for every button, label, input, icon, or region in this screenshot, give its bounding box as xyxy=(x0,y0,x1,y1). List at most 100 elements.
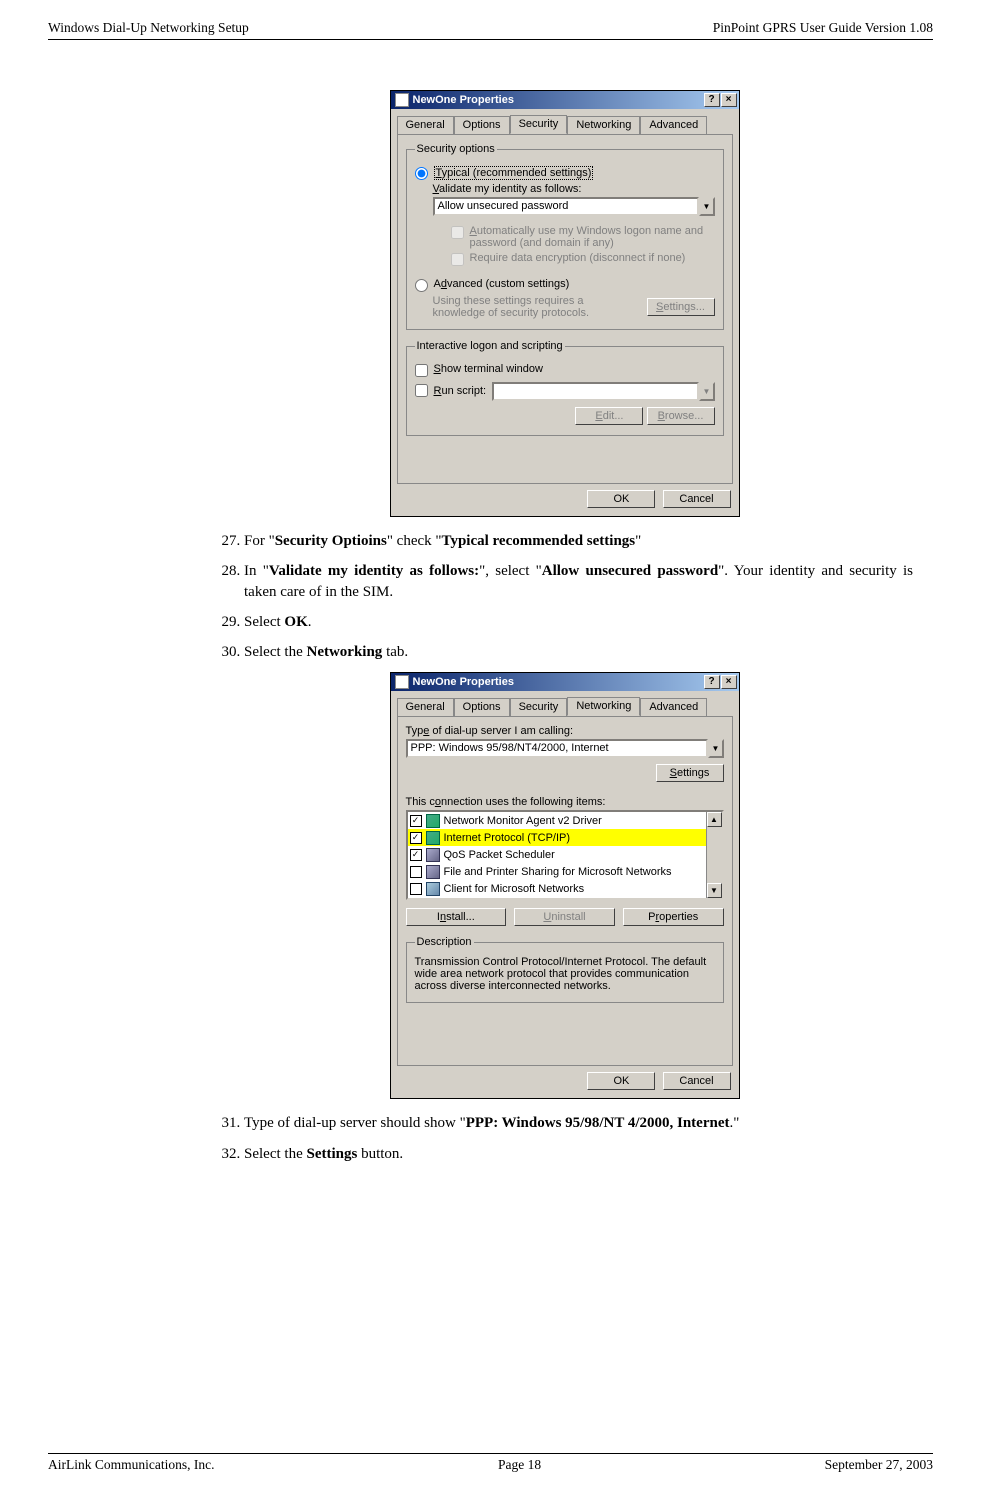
chk-show-terminal-box[interactable] xyxy=(415,364,428,377)
run-script-combo[interactable]: ▼ xyxy=(492,382,714,401)
list-item[interactable]: File and Printer Sharing for Microsoft N… xyxy=(408,863,706,880)
footer-right: September 27, 2003 xyxy=(825,1457,933,1473)
checkbox-icon[interactable]: ✓ xyxy=(410,815,422,827)
steps-list-b: Type of dial-up server should show "PPP:… xyxy=(216,1113,913,1164)
run-script-field[interactable] xyxy=(492,382,698,401)
description-legend: Description xyxy=(415,936,474,948)
tab-options[interactable]: Options xyxy=(454,116,510,135)
chk-require-encryption-box xyxy=(451,253,464,266)
radio-advanced-label: Advanced (custom settings) xyxy=(434,278,570,290)
scroll-down-icon[interactable]: ▼ xyxy=(707,883,722,898)
step-29: Select OK. xyxy=(244,612,913,632)
security-options-legend: Security options xyxy=(415,143,497,155)
chk-show-terminal[interactable]: Show terminal window xyxy=(415,363,715,377)
radio-typical-label: Typical (recommended settings) xyxy=(434,166,594,180)
validate-block: Validate my identity as follows: Allow u… xyxy=(433,183,715,266)
dialog-networking: NewOne Properties ? × General Options Se… xyxy=(390,672,740,1099)
list-item-label: Internet Protocol (TCP/IP) xyxy=(444,832,571,844)
advanced-sub: Using these settings requires a knowledg… xyxy=(433,295,715,319)
browse-button: Browse... xyxy=(647,407,715,425)
tab-networking[interactable]: Networking xyxy=(567,697,640,716)
list-item[interactable]: Client for Microsoft Networks xyxy=(408,880,706,897)
properties-button[interactable]: Properties xyxy=(623,908,724,926)
content: NewOne Properties ? × General Options Se… xyxy=(48,90,933,1164)
help-button[interactable]: ? xyxy=(704,93,720,107)
list-item-label: File and Printer Sharing for Microsoft N… xyxy=(444,866,672,878)
script-buttons: Edit... Browse... xyxy=(415,407,715,425)
validate-combo[interactable]: Allow unsecured password ▼ xyxy=(433,197,715,216)
close-button[interactable]: × xyxy=(721,93,737,107)
scroll-up-icon[interactable]: ▲ xyxy=(707,812,722,827)
checkbox-icon[interactable] xyxy=(410,866,422,878)
edit-button: Edit... xyxy=(575,407,643,425)
dialog-footer: OK Cancel xyxy=(391,1072,739,1098)
chk-require-encryption-label: Require data encryption (disconnect if n… xyxy=(470,252,686,264)
chk-require-encryption: Require data encryption (disconnect if n… xyxy=(451,252,715,266)
titlebar: NewOne Properties ? × xyxy=(391,91,739,109)
dialog-title: NewOne Properties xyxy=(413,676,514,688)
components-listbox[interactable]: ✓ Network Monitor Agent v2 Driver ✓ Interne… xyxy=(406,810,724,900)
tab-options[interactable]: Options xyxy=(454,698,510,717)
tab-security[interactable]: Security xyxy=(510,698,568,717)
dialog-footer: OK Cancel xyxy=(391,490,739,516)
tab-advanced[interactable]: Advanced xyxy=(640,116,707,135)
close-button[interactable]: × xyxy=(721,675,737,689)
description-text: Transmission Control Protocol/Internet P… xyxy=(415,956,715,992)
chevron-down-icon[interactable]: ▼ xyxy=(708,739,724,758)
settings-button[interactable]: Settings xyxy=(656,764,724,782)
step-27: For "Security Optioins" check "Typical r… xyxy=(244,531,913,551)
checkbox-icon[interactable] xyxy=(410,883,422,895)
tab-general[interactable]: General xyxy=(397,698,454,717)
list-item[interactable]: ✓ Internet Protocol (TCP/IP) xyxy=(408,829,706,846)
footer-mid: Page 18 xyxy=(498,1457,541,1473)
install-button[interactable]: Install... xyxy=(406,908,507,926)
radio-advanced-row[interactable]: Advanced (custom settings) xyxy=(415,278,715,292)
server-type-value[interactable]: PPP: Windows 95/98/NT4/2000, Internet xyxy=(406,739,708,758)
cancel-button[interactable]: Cancel xyxy=(663,1072,731,1090)
validate-value[interactable]: Allow unsecured password xyxy=(433,197,699,216)
settings-row: Settings xyxy=(406,764,724,782)
cli-icon xyxy=(426,882,440,896)
list-item[interactable]: ✓ Network Monitor Agent v2 Driver xyxy=(408,812,706,829)
page-footer: AirLink Communications, Inc. Page 18 Sep… xyxy=(48,1453,933,1473)
settings-button: Settings... xyxy=(647,298,715,316)
tab-row: General Options Security Networking Adva… xyxy=(391,109,739,134)
chk-run-script[interactable] xyxy=(415,384,428,397)
radio-typical[interactable] xyxy=(415,167,428,180)
security-options-group: Security options Typical (recommended se… xyxy=(406,143,724,330)
tab-security[interactable]: Security xyxy=(510,115,568,134)
checkbox-icon[interactable]: ✓ xyxy=(410,832,422,844)
chk-show-terminal-label: Show terminal window xyxy=(434,363,543,375)
tab-networking[interactable]: Networking xyxy=(567,116,640,135)
radio-typical-row[interactable]: Typical (recommended settings) xyxy=(415,166,715,180)
scrollbar[interactable]: ▲ ▼ xyxy=(706,812,722,898)
radio-advanced[interactable] xyxy=(415,279,428,292)
dialog2-wrap: NewOne Properties ? × General Options Se… xyxy=(216,672,913,1099)
checkbox-icon[interactable]: ✓ xyxy=(410,849,422,861)
description-group: Description Transmission Control Protoco… xyxy=(406,936,724,1003)
page-header: Windows Dial-Up Networking Setup PinPoin… xyxy=(48,20,933,40)
chk-run-script-label: Run script: xyxy=(434,385,487,397)
tab-row: General Options Security Networking Adva… xyxy=(391,691,739,716)
help-button[interactable]: ? xyxy=(704,675,720,689)
server-type-combo[interactable]: PPP: Windows 95/98/NT4/2000, Internet ▼ xyxy=(406,739,724,758)
uninstall-button: Uninstall xyxy=(514,908,615,926)
step-30: Select the Networking tab. xyxy=(244,642,913,662)
interactive-logon-legend: Interactive logon and scripting xyxy=(415,340,565,352)
list-item[interactable]: ✓QoS Packet Scheduler xyxy=(408,846,706,863)
window-icon xyxy=(395,675,409,689)
tab-advanced[interactable]: Advanced xyxy=(640,698,707,717)
header-right: PinPoint GPRS User Guide Version 1.08 xyxy=(713,20,933,36)
titlebar: NewOne Properties ? × xyxy=(391,673,739,691)
cancel-button[interactable]: Cancel xyxy=(663,490,731,508)
step-31: Type of dial-up server should show "PPP:… xyxy=(244,1113,913,1133)
dialog-title: NewOne Properties xyxy=(413,94,514,106)
tab-general[interactable]: General xyxy=(397,116,454,135)
list-item-label: Network Monitor Agent v2 Driver xyxy=(444,815,602,827)
chevron-down-icon[interactable]: ▼ xyxy=(699,197,715,216)
net-icon xyxy=(426,814,440,828)
validate-label: Validate my identity as follows: xyxy=(433,183,715,195)
ok-button[interactable]: OK xyxy=(587,490,655,508)
ok-button[interactable]: OK xyxy=(587,1072,655,1090)
step-28: In "Validate my identity as follows:", s… xyxy=(244,561,913,602)
